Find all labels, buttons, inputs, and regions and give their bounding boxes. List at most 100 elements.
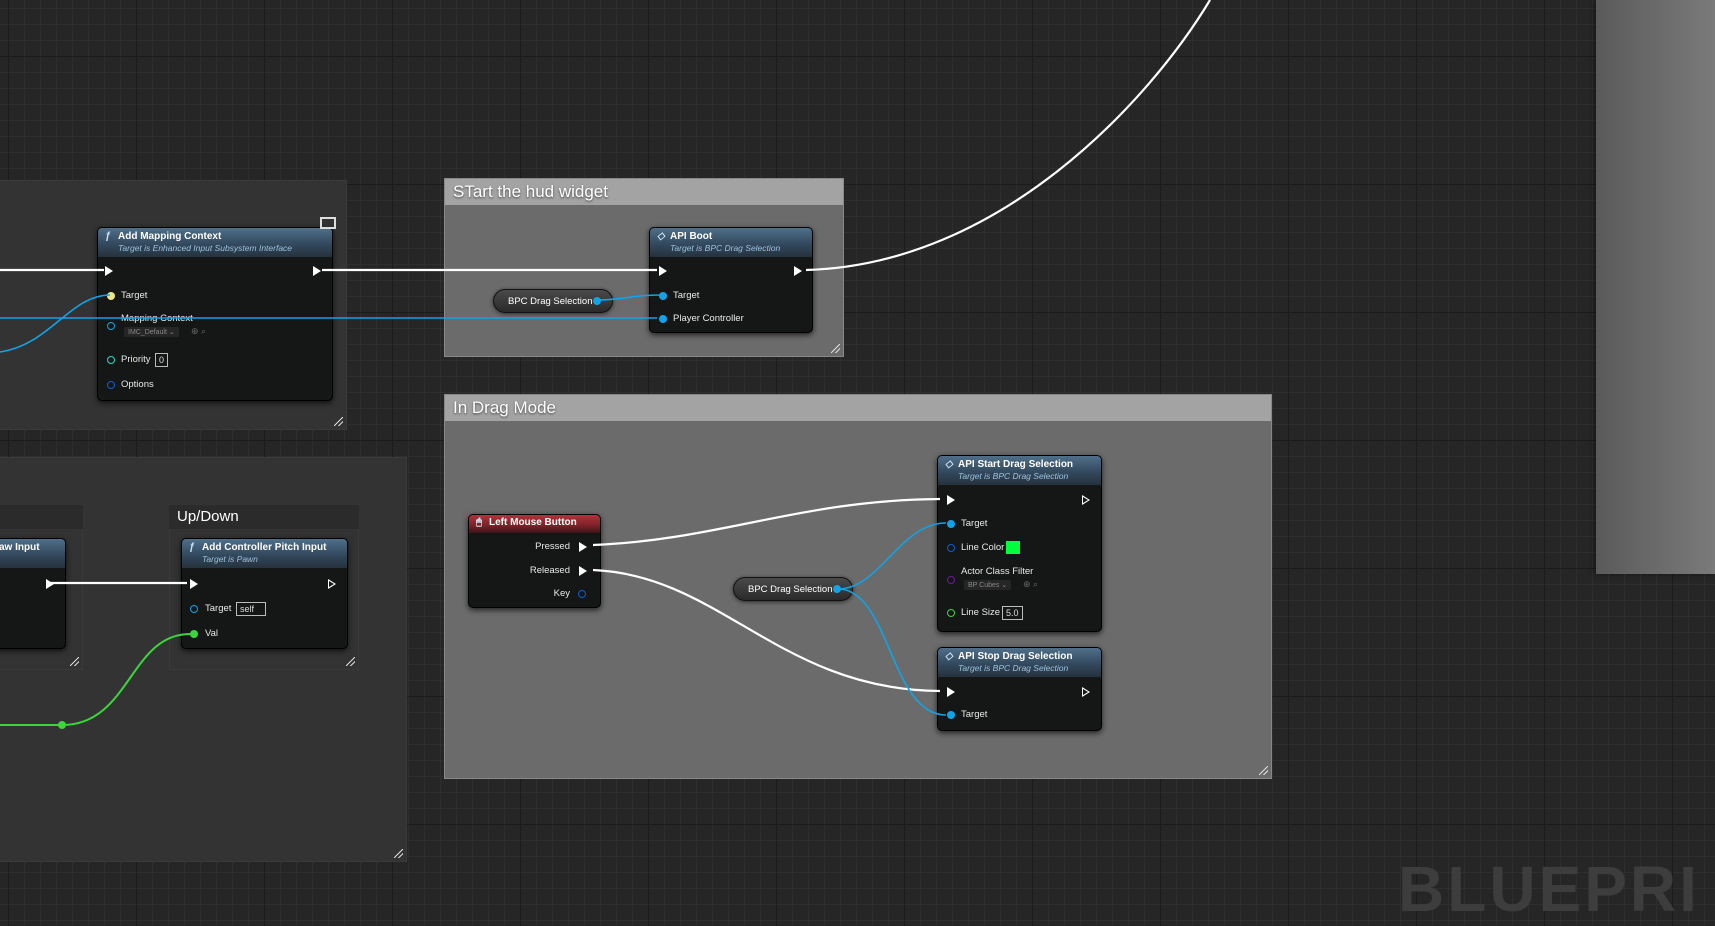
pin-label-pressed: Pressed: [535, 541, 570, 552]
node-title: API Start Drag Selection: [958, 459, 1074, 470]
node-header: ◇ API Stop Drag Selection Target is BPC …: [938, 648, 1101, 677]
target-pin[interactable]: [190, 605, 198, 613]
resize-handle[interactable]: [831, 344, 840, 353]
var-output-pin[interactable]: [833, 585, 841, 593]
pin-label-key: Key: [553, 588, 570, 599]
resize-handle[interactable]: [1259, 766, 1268, 775]
pressed-exec-pin[interactable]: [579, 542, 587, 552]
dropdown-value: IMC_Default: [128, 329, 167, 336]
node-header: ƒ Add Controller Pitch Input Target is P…: [182, 539, 347, 568]
node-add-controller-yaw-input[interactable]: aw Input: [0, 538, 66, 649]
function-icon: ƒ: [105, 231, 111, 242]
pin-label-target: Target: [205, 603, 232, 614]
interface-icon: ◇: [657, 231, 665, 242]
pin-label-line-color: Line Color: [961, 542, 1005, 553]
node-api-start-drag-selection[interactable]: ◇ API Start Drag Selection Target is BPC…: [937, 455, 1102, 632]
node-header: ƒ Add Mapping Context Target is Enhanced…: [98, 228, 332, 257]
val-pin[interactable]: [190, 630, 198, 638]
blueprint-watermark: BLUEPRI: [1398, 853, 1700, 925]
exec-out-pin[interactable]: [313, 266, 321, 276]
line-size-input[interactable]: 5.0: [1002, 606, 1023, 620]
exec-out-pin[interactable]: [46, 579, 54, 589]
mapping-context-dropdown[interactable]: IMC_Default ⌄: [124, 327, 179, 337]
pin-label-target: Target: [121, 290, 148, 301]
comment-title-drag-mode: In Drag Mode: [445, 395, 1271, 421]
target-pin[interactable]: [659, 292, 667, 300]
exec-in-pin[interactable]: [947, 495, 955, 505]
options-pin[interactable]: [107, 381, 115, 389]
resize-handle[interactable]: [346, 657, 355, 666]
exec-out-pin[interactable]: [1082, 495, 1090, 505]
pin-label-target: Target: [961, 709, 988, 720]
player-controller-pin[interactable]: [659, 315, 667, 323]
exec-in-pin[interactable]: [659, 266, 667, 276]
interface-icon: ◇: [945, 651, 953, 662]
node-title: API Boot: [670, 231, 713, 242]
comment-title-yaw: [0, 505, 83, 529]
node-header: ◇ API Start Drag Selection Target is BPC…: [938, 456, 1101, 485]
priority-input[interactable]: 0: [155, 353, 169, 367]
pin-label-line-size: Line Size: [961, 607, 1001, 618]
pin-label-player-controller: Player Controller: [673, 313, 744, 324]
target-pin[interactable]: [107, 292, 115, 300]
pin-label-mapping-context: Mapping Context: [121, 313, 193, 324]
comment-title-updown: Up/Down: [169, 505, 359, 529]
comment-title-start-hud: STart the hud widget: [445, 179, 843, 205]
node-left-mouse-button[interactable]: 🖱 Left Mouse Button Pressed Released Key: [468, 514, 601, 608]
var-bpc-drag-selection-2[interactable]: BPC Drag Selection: [733, 577, 853, 601]
exec-out-pin[interactable]: [794, 266, 802, 276]
var-label: BPC Drag Selection: [508, 296, 593, 307]
pin-label-val: Val: [205, 628, 219, 639]
var-output-pin[interactable]: [593, 297, 601, 305]
pin-label-actor-class-filter: Actor Class Filter: [961, 566, 1034, 577]
released-exec-pin[interactable]: [579, 566, 587, 576]
line-color-pin[interactable]: [947, 544, 955, 552]
client-server-icon: [320, 217, 336, 229]
line-size-pin[interactable]: [947, 609, 955, 617]
var-label: BPC Drag Selection: [748, 584, 833, 595]
var-bpc-drag-selection[interactable]: BPC Drag Selection: [493, 289, 613, 313]
exec-out-pin[interactable]: [1082, 687, 1090, 697]
side-panel-edge: [1596, 0, 1715, 574]
actor-class-dropdown[interactable]: BP Cubes ⌄: [964, 580, 1012, 590]
exec-in-pin[interactable]: [190, 579, 198, 589]
node-add-controller-pitch-input[interactable]: ƒ Add Controller Pitch Input Target is P…: [181, 538, 348, 649]
actor-class-filter-pin[interactable]: [947, 576, 955, 584]
pin-label-target: Target: [673, 290, 700, 301]
mapping-context-pin[interactable]: [107, 322, 115, 330]
resize-handle[interactable]: [334, 417, 343, 426]
function-icon: ƒ: [189, 542, 195, 553]
resize-handle[interactable]: [394, 849, 403, 858]
node-subtitle: Target is Enhanced Input Subsystem Inter…: [118, 243, 293, 253]
target-pin[interactable]: [947, 711, 955, 719]
dropdown-value: BP Cubes: [968, 582, 1000, 589]
mouse-icon: 🖱: [476, 517, 482, 528]
node-title: Add Controller Pitch Input: [202, 542, 327, 553]
node-header: ◇ API Boot Target is BPC Drag Selection: [650, 228, 812, 257]
node-header: aw Input: [0, 539, 65, 568]
target-pin[interactable]: [947, 520, 955, 528]
pin-label-target: Target: [961, 518, 988, 529]
node-subtitle: Target is Pawn: [202, 554, 258, 564]
exec-out-pin[interactable]: [328, 579, 336, 589]
key-pin[interactable]: [578, 590, 586, 598]
resize-handle[interactable]: [70, 657, 79, 666]
exec-in-pin[interactable]: [947, 687, 955, 697]
line-color-swatch[interactable]: [1006, 541, 1020, 554]
exec-wire: [805, 0, 1211, 272]
node-add-mapping-context[interactable]: ƒ Add Mapping Context Target is Enhanced…: [97, 227, 333, 401]
node-title: Left Mouse Button: [489, 517, 577, 528]
pin-label-priority: Priority: [121, 354, 151, 365]
node-header: 🖱 Left Mouse Button: [469, 515, 600, 533]
browse-icons[interactable]: ⊕ ⌕: [191, 326, 206, 337]
browse-icons[interactable]: ⊕ ⌕: [1023, 579, 1038, 590]
priority-pin[interactable]: [107, 356, 115, 364]
node-subtitle: Target is BPC Drag Selection: [958, 471, 1069, 481]
node-api-boot[interactable]: ◇ API Boot Target is BPC Drag Selection …: [649, 227, 813, 333]
node-subtitle: Target is BPC Drag Selection: [958, 663, 1069, 673]
exec-in-pin[interactable]: [105, 266, 113, 276]
node-title: API Stop Drag Selection: [958, 651, 1073, 662]
target-input[interactable]: self: [236, 602, 266, 616]
pin-label-options: Options: [121, 379, 154, 390]
node-api-stop-drag-selection[interactable]: ◇ API Stop Drag Selection Target is BPC …: [937, 647, 1102, 731]
